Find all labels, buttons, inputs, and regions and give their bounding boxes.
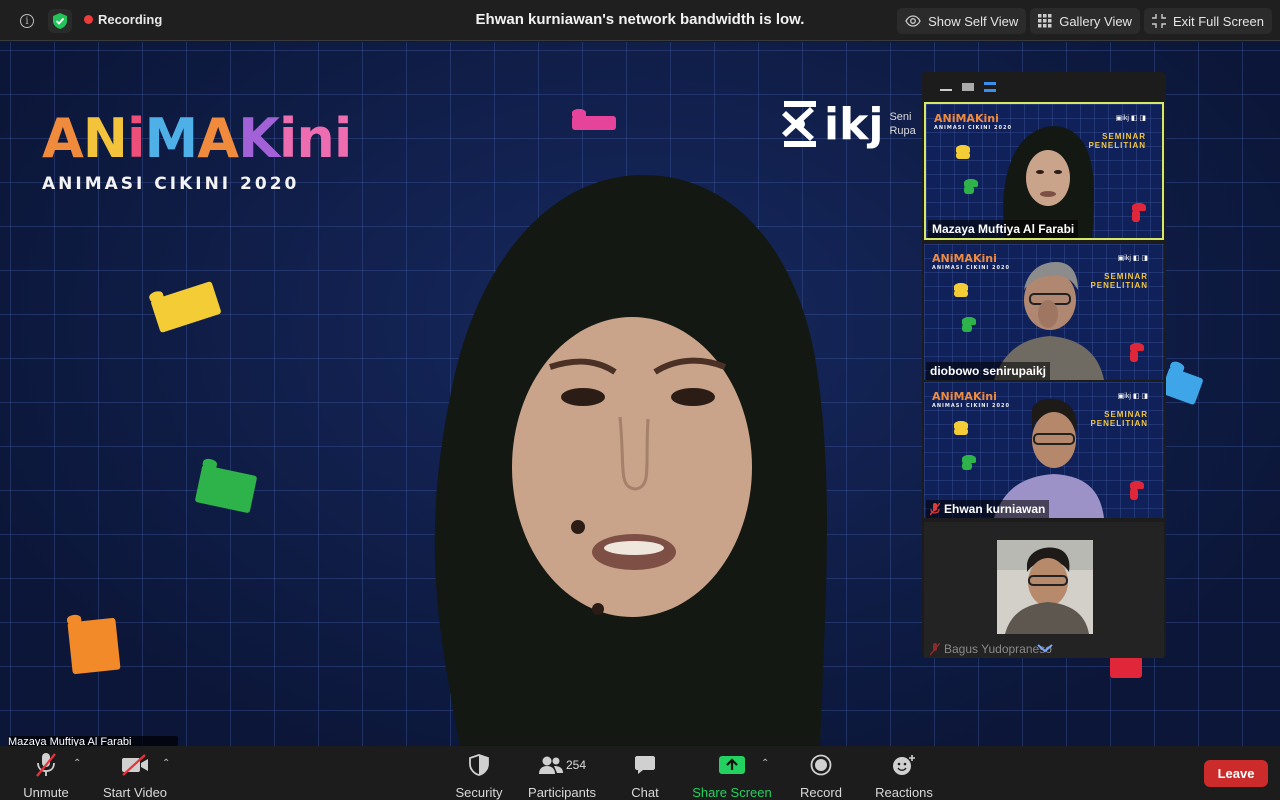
leave-button[interactable]: Leave	[1204, 760, 1268, 787]
pink-brick-decoration	[572, 109, 616, 130]
green-brick-decoration	[962, 317, 976, 332]
security-label: Security	[455, 785, 503, 800]
participant-name: Mazaya Muftiya Al Farabi	[928, 220, 1079, 238]
participant-tile[interactable]: Bagus Yudopraneso	[924, 522, 1164, 658]
side-by-side-view-button[interactable]	[984, 82, 996, 92]
record-icon	[810, 754, 832, 776]
recording-label: Recording	[98, 12, 163, 27]
record-button[interactable]: Record	[799, 752, 843, 800]
ikj-emblem-icon	[782, 101, 816, 147]
chat-label: Chat	[631, 785, 659, 800]
muted-mic-icon	[36, 753, 56, 777]
participant-name: diobowo senirupaikj	[926, 362, 1051, 380]
exit-full-screen-label: Exit Full Screen	[1172, 13, 1264, 29]
participants-label: Participants	[528, 785, 596, 800]
animakini-subtitle: ANIMASI CIKINI 2020	[42, 174, 300, 194]
participant-name: Ehwan kurniawan	[926, 500, 1050, 518]
animakini-wordmark: ANiMAKini	[42, 107, 352, 170]
gallery-view-label: Gallery View	[1059, 13, 1132, 29]
participant-avatar	[997, 540, 1093, 634]
strip-view-button[interactable]	[962, 83, 974, 91]
participants-button[interactable]: 254 Participants	[526, 752, 598, 800]
tile-logos: ▣ikj ◧ ◨	[1117, 393, 1148, 400]
grid-icon	[1038, 14, 1052, 28]
tile-logos: ▣ikj ◧ ◨	[1117, 255, 1148, 262]
red-brick-decoration	[1132, 203, 1146, 222]
show-self-view-label: Show Self View	[928, 13, 1019, 29]
green-brick-decoration	[964, 179, 978, 194]
meeting-toolbar: Unmute ⌃ Start Video ⌃ Security 254 Part…	[0, 746, 1280, 800]
ikj-logo: ikj Seni Rupa	[782, 97, 916, 151]
animakini-logo: ANiMAKini ANIMASI CIKINI 2020	[42, 107, 352, 195]
eye-icon	[905, 15, 921, 27]
green-brick-decoration	[962, 455, 976, 470]
presenter-figure	[434, 174, 827, 746]
shield-check-icon	[53, 13, 67, 29]
meeting-info-button[interactable]: i	[16, 10, 38, 32]
exit-fullscreen-icon	[1151, 14, 1166, 28]
ikj-side-line1: Seni	[889, 111, 912, 123]
security-button[interactable]: Security	[455, 752, 503, 800]
chat-bubble-icon	[635, 756, 655, 774]
recording-indicator[interactable]: Recording	[84, 12, 162, 27]
ikj-text: ikj	[824, 98, 884, 150]
share-options-caret[interactable]: ⌃	[761, 758, 769, 769]
recording-dot-icon	[84, 15, 93, 24]
presenter-name-tag: Mazaya Muftiya Al Farabi	[8, 736, 178, 746]
red-brick-decoration	[1110, 649, 1142, 678]
yellow-brick-decoration	[150, 280, 222, 334]
tile-logos: ▣ikj ◧ ◨	[1115, 115, 1146, 122]
orange-brick-decoration	[67, 617, 121, 675]
exit-full-screen-button[interactable]: Exit Full Screen	[1143, 8, 1272, 34]
participant-tile[interactable]: ANiMAKini ANIMASI CIKINI 2020 ▣ikj ◧ ◨ S…	[924, 382, 1164, 518]
yellow-brick-decoration	[956, 145, 970, 159]
participants-icon	[538, 756, 563, 774]
panel-view-controls	[922, 72, 1166, 102]
participant-strip: ANiMAKini ANIMASI CIKINI 2020 ▣ikj ◧ ◨ S…	[922, 72, 1166, 658]
minimize-panel-button[interactable]	[940, 89, 952, 91]
share-screen-label: Share Screen	[692, 785, 772, 800]
show-self-view-button[interactable]: Show Self View	[897, 8, 1027, 34]
gallery-view-button[interactable]: Gallery View	[1030, 8, 1140, 34]
chat-button[interactable]: Chat	[627, 752, 663, 800]
reactions-label: Reactions	[875, 785, 933, 800]
emoji-plus-icon	[893, 755, 915, 775]
audio-options-caret[interactable]: ⌃	[73, 758, 81, 769]
unmute-label: Unmute	[23, 785, 69, 800]
start-video-button[interactable]: Start Video	[103, 752, 167, 800]
record-label: Record	[800, 785, 842, 800]
start-video-label: Start Video	[102, 785, 168, 800]
meeting-topbar: i Recording Ehwan kurniawan's network ba…	[0, 0, 1280, 41]
shield-icon	[469, 754, 489, 776]
muted-mic-icon	[930, 642, 940, 655]
muted-mic-icon	[930, 502, 940, 515]
green-brick-decoration	[194, 464, 258, 514]
participant-tile[interactable]: ANiMAKini ANIMASI CIKINI 2020 ▣ikj ◧ ◨ S…	[924, 102, 1164, 240]
yellow-brick-decoration	[954, 283, 968, 297]
participants-count: 254	[565, 758, 587, 772]
share-screen-button[interactable]: Share Screen	[692, 752, 772, 800]
red-brick-decoration	[1130, 343, 1144, 362]
video-options-caret[interactable]: ⌃	[162, 758, 170, 769]
info-icon: i	[20, 14, 34, 28]
video-off-icon	[122, 754, 148, 776]
yellow-brick-decoration	[954, 421, 968, 435]
red-brick-decoration	[1130, 481, 1144, 500]
encryption-shield-button[interactable]	[48, 9, 72, 33]
scroll-down-chevron-icon[interactable]	[1032, 640, 1058, 656]
unmute-button[interactable]: Unmute	[23, 752, 69, 800]
participant-tile[interactable]: ANiMAKini ANIMASI CIKINI 2020 ▣ikj ◧ ◨ S…	[924, 244, 1164, 380]
reactions-button[interactable]: Reactions	[875, 752, 933, 800]
blue-brick-decoration	[1160, 366, 1204, 406]
share-screen-arrow-icon	[719, 756, 745, 774]
ikj-side-line2: Rupa	[889, 125, 916, 137]
